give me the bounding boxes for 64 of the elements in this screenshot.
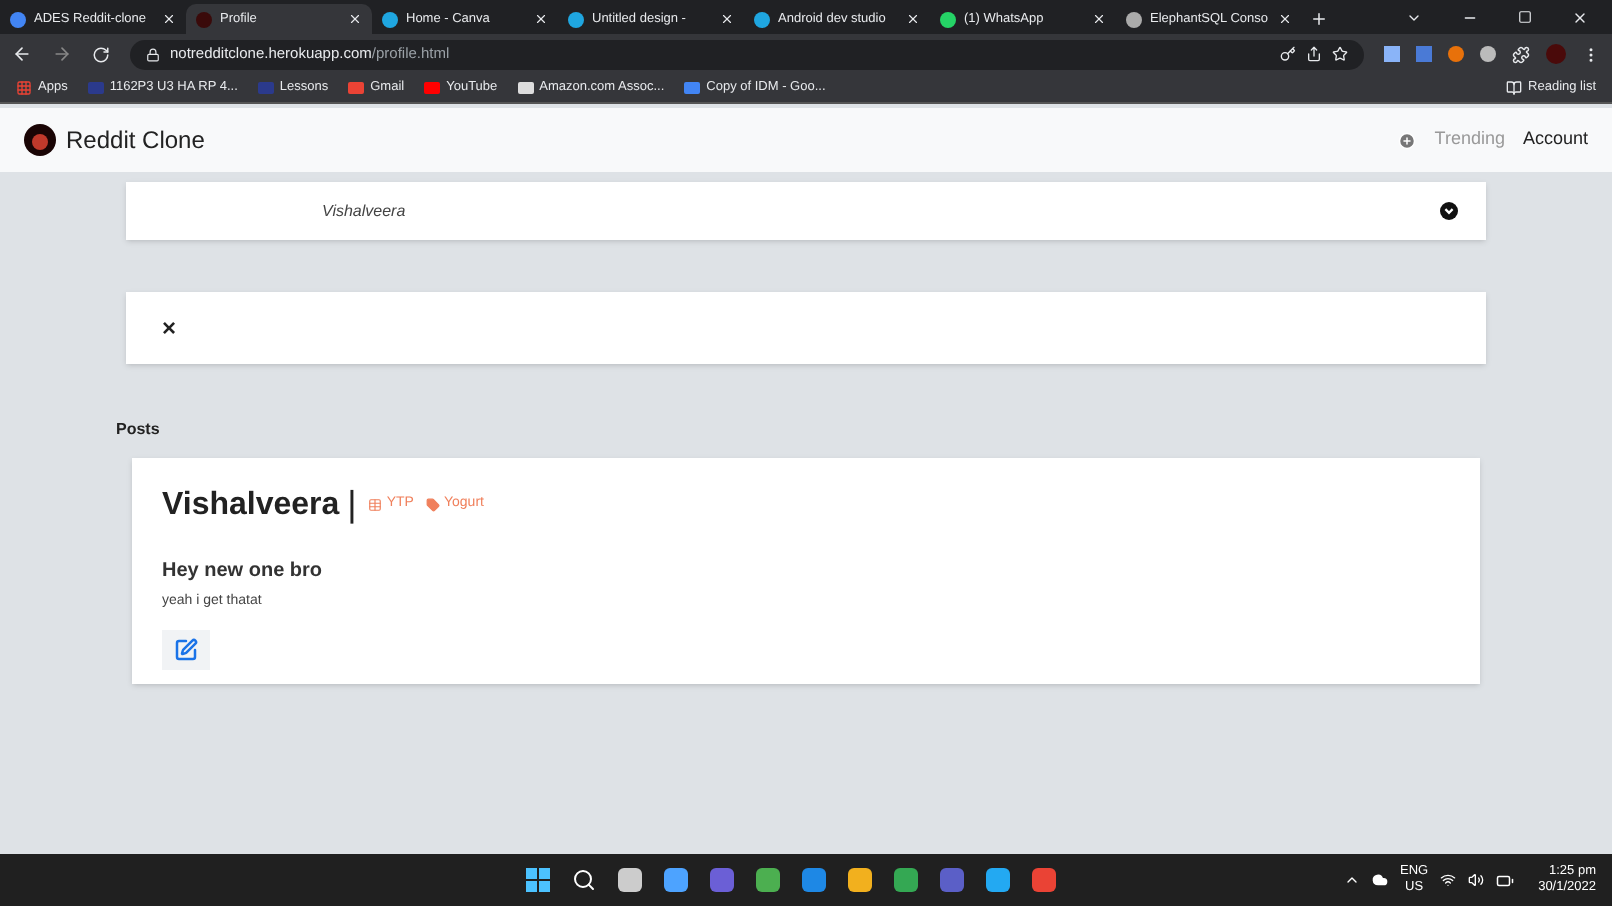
close-icon[interactable] (1092, 12, 1106, 26)
lock-icon (146, 47, 160, 61)
close-icon[interactable] (1572, 10, 1588, 26)
favicon-icon (382, 11, 398, 27)
bookmark-icon (348, 82, 365, 94)
nav-link[interactable]: Account (1522, 126, 1588, 154)
close-icon[interactable] (906, 12, 920, 26)
bookmark-icon (257, 82, 274, 94)
posts-heading: Posts (116, 418, 162, 442)
search-icon[interactable] (572, 868, 597, 892)
logo-icon (24, 124, 56, 156)
share-icon[interactable] (1306, 46, 1322, 62)
favicon-icon (1126, 11, 1142, 27)
chevron-up-icon[interactable] (1343, 872, 1360, 888)
separator-text: | (347, 482, 357, 528)
reload-icon[interactable] (92, 45, 110, 63)
apps-icon (16, 80, 32, 96)
wifi-icon[interactable] (1440, 872, 1457, 888)
app-icon[interactable] (848, 868, 873, 892)
bookmark-icon (517, 82, 534, 94)
app-icon[interactable] (664, 868, 689, 892)
forward-icon[interactable] (52, 44, 72, 64)
chevron-down-icon (1440, 202, 1458, 220)
battery-icon[interactable] (1496, 871, 1515, 889)
reading-list-icon (1506, 80, 1523, 96)
brand-text[interactable]: Reddit Clone (66, 122, 205, 158)
volume-icon[interactable] (1468, 872, 1485, 888)
close-icon[interactable] (348, 12, 362, 26)
key-icon[interactable] (1280, 46, 1296, 62)
bookmark-icon (424, 82, 441, 94)
chevron-icon[interactable] (1406, 10, 1422, 26)
windows-icon[interactable] (526, 868, 551, 892)
bookmark-icon (87, 82, 104, 94)
close-icon[interactable] (1278, 12, 1292, 26)
maximize-icon[interactable] (1518, 10, 1532, 24)
favicon-icon (568, 11, 584, 27)
close-button[interactable]: × (162, 310, 177, 346)
favicon-icon (196, 11, 212, 27)
star-icon[interactable] (1332, 46, 1348, 62)
favicon-icon (10, 11, 26, 27)
back-icon[interactable] (12, 44, 32, 64)
app-icon[interactable] (986, 868, 1011, 892)
tag-icon (425, 498, 440, 512)
bookmark-icon (684, 82, 701, 94)
puzzle-icon[interactable] (1512, 45, 1530, 63)
app-icon[interactable] (894, 868, 919, 892)
close-icon[interactable] (162, 12, 176, 26)
edit-button[interactable] (162, 629, 210, 669)
plus-icon (1398, 131, 1417, 149)
app-icon[interactable] (618, 868, 643, 892)
table-icon (368, 498, 383, 512)
edit-icon (174, 637, 198, 661)
post-title: Hey new one bro (162, 558, 325, 586)
post-author: Vishalveera (162, 485, 340, 525)
profile-select[interactable]: Vishalveera (126, 182, 1486, 240)
favicon-icon (754, 11, 770, 27)
cloud-icon[interactable] (1371, 872, 1388, 888)
favicon-icon (940, 11, 956, 27)
app-icon[interactable] (1032, 868, 1057, 892)
close-icon[interactable] (534, 12, 548, 26)
app-icon[interactable] (756, 868, 781, 892)
app-icon[interactable] (802, 868, 827, 892)
close-icon[interactable] (720, 12, 734, 26)
new-tab-icon[interactable] (1310, 10, 1328, 28)
